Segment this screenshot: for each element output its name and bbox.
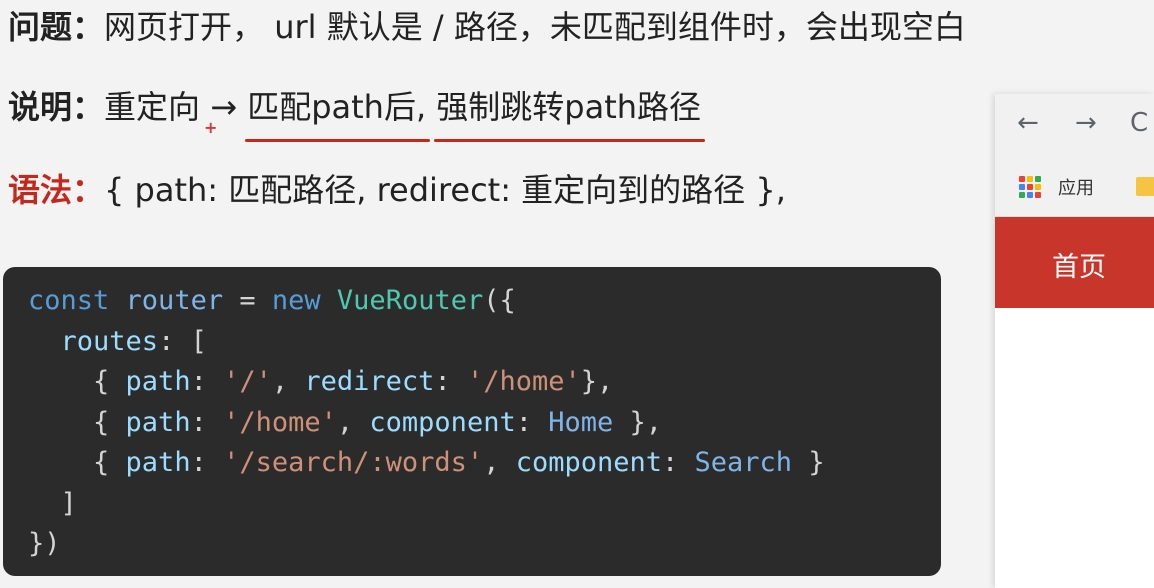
code-line-4: { path: '/home', component: Home }, bbox=[28, 406, 663, 438]
annotation-plus-mark: + bbox=[204, 118, 218, 137]
code-block: const router = new VueRouter({ routes: [… bbox=[3, 267, 941, 576]
home-nav-tab[interactable]: 首页 bbox=[995, 217, 1154, 308]
bookmark-folder-icon[interactable] bbox=[1136, 177, 1154, 196]
apps-grid-dot bbox=[1019, 176, 1025, 182]
apps-grid-dot bbox=[1019, 184, 1025, 190]
code-line-1: const router = new VueRouter({ bbox=[28, 285, 516, 316]
problem-text: 网页打开， url 默认是 / 路径，未匹配到组件时，会出现空白 bbox=[104, 8, 966, 46]
explain-underlined-2: 强制跳转path路径 bbox=[434, 82, 705, 142]
apps-grid-dot bbox=[1019, 192, 1025, 198]
explain-label: 说明： bbox=[8, 88, 105, 126]
apps-grid-icon[interactable] bbox=[1019, 176, 1041, 198]
syntax-line: 语法：{ path: 匹配路径, redirect: 重定向到的路径 }, bbox=[8, 165, 786, 211]
apps-grid-dot bbox=[1035, 176, 1041, 182]
browser-toolbar: ← → C bbox=[995, 94, 1154, 158]
reload-icon[interactable]: C bbox=[1130, 108, 1148, 138]
code-line-3: { path: '/', redirect: '/home'}, bbox=[28, 366, 614, 397]
code-line-5: { path: '/search/:words', component: Sea… bbox=[28, 447, 825, 478]
code-line-6: ] bbox=[28, 487, 77, 519]
back-arrow-icon[interactable]: ← bbox=[1017, 108, 1039, 138]
problem-line: 问题：网页打开， url 默认是 / 路径，未匹配到组件时，会出现空白 bbox=[8, 2, 966, 48]
home-nav-label: 首页 bbox=[1052, 252, 1106, 283]
forward-arrow-icon[interactable]: → bbox=[1075, 108, 1097, 138]
apps-grid-dot bbox=[1035, 192, 1041, 198]
syntax-label: 语法： bbox=[8, 171, 105, 209]
apps-grid-dot bbox=[1035, 184, 1041, 190]
browser-window: ← → C 应用 首页 bbox=[995, 94, 1154, 588]
explain-underlined-1: 匹配path后, bbox=[245, 82, 431, 142]
code-line-2: routes: [ bbox=[60, 325, 207, 357]
apps-grid-dot bbox=[1027, 192, 1033, 198]
syntax-text: { path: 匹配路径, redirect: 重定向到的路径 }, bbox=[104, 171, 786, 209]
apps-bookmark-label[interactable]: 应用 bbox=[1058, 174, 1094, 200]
explain-prefix: 重定向 → bbox=[104, 88, 248, 126]
bookmarks-bar: 应用 bbox=[995, 158, 1154, 217]
apps-grid-dot bbox=[1027, 176, 1033, 182]
code-line-7: }) bbox=[28, 528, 61, 559]
apps-grid-dot bbox=[1027, 184, 1033, 190]
explain-line: 说明：重定向 → 匹配path后, 强制跳转path路径 bbox=[8, 82, 705, 142]
problem-label: 问题： bbox=[8, 8, 105, 46]
